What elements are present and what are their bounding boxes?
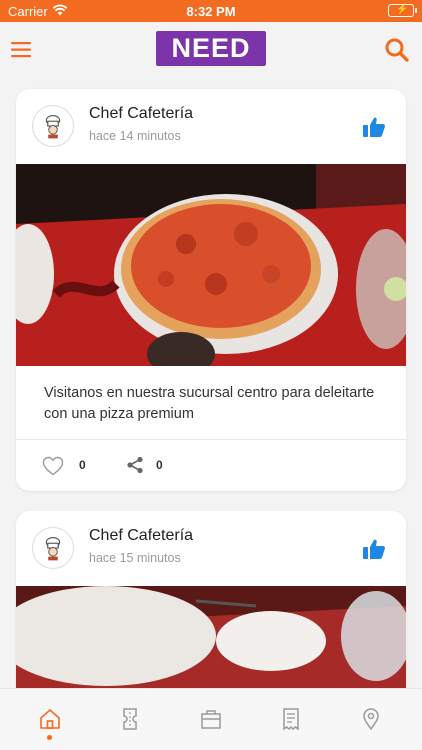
post-timestamp: hace 14 minutos	[89, 129, 181, 143]
like-count: 0	[79, 458, 86, 472]
post-author[interactable]: Chef Cafetería	[89, 105, 193, 123]
location-pin-icon[interactable]	[359, 707, 383, 731]
post-photo-tableware[interactable]	[16, 586, 406, 688]
share-icon[interactable]	[126, 456, 144, 474]
chef-avatar[interactable]	[32, 105, 74, 147]
post-timestamp: hace 15 minutos	[89, 551, 181, 565]
home-icon[interactable]	[38, 707, 62, 731]
chef-avatar[interactable]	[32, 527, 74, 569]
post-caption: Visitanos en nuestra sucursal centro par…	[44, 385, 375, 422]
thumbs-up-icon[interactable]	[362, 537, 386, 561]
share-count: 0	[156, 458, 163, 472]
clock: 8:32 PM	[186, 4, 236, 19]
bottom-tab-bar	[0, 688, 422, 750]
coupon-icon[interactable]	[118, 707, 142, 731]
post-card: Chef Cafetería hace 15 minutos	[16, 511, 406, 688]
thumbs-up-icon[interactable]	[362, 115, 386, 139]
heart-icon[interactable]	[42, 456, 64, 476]
post-feed[interactable]: Chef Cafetería hace 14 minutos Visitanos…	[0, 78, 422, 688]
battery-icon: ⚡	[388, 4, 417, 17]
hamburger-menu-icon[interactable]	[10, 38, 34, 62]
post-card: Chef Cafetería hace 14 minutos Visitanos…	[16, 89, 406, 491]
receipt-icon[interactable]	[279, 707, 303, 731]
post-author[interactable]: Chef Cafetería	[89, 527, 193, 545]
app-logo: NEED	[156, 31, 266, 66]
search-icon[interactable]	[384, 37, 410, 63]
status-bar: Carrier 8:32 PM ⚡	[0, 0, 422, 22]
store-icon[interactable]	[199, 707, 223, 731]
top-navbar: NEED	[0, 22, 422, 78]
post-photo-pizza[interactable]	[16, 164, 406, 366]
post-actions: 0 0	[16, 440, 406, 491]
active-tab-indicator	[47, 735, 52, 740]
